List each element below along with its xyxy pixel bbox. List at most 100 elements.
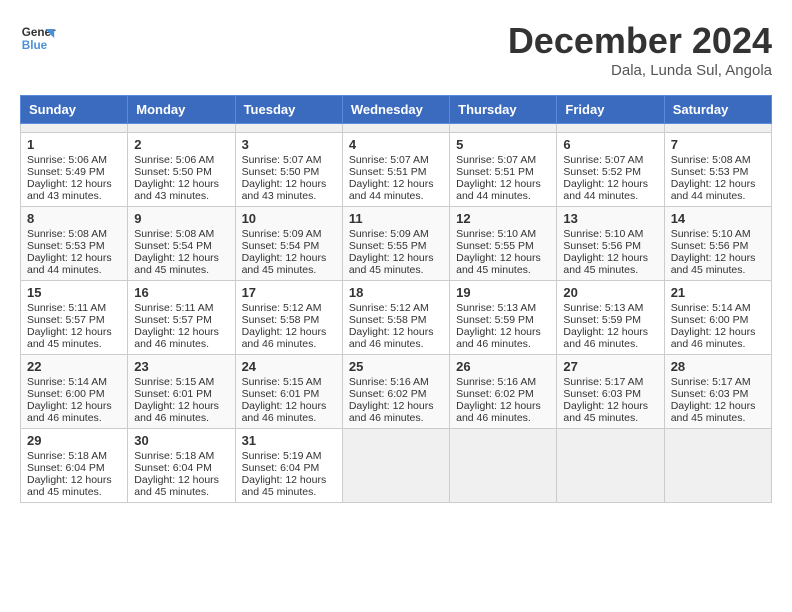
daylight-label: Daylight: 12 hours and 44 minutes. [671,178,756,202]
sunrise-label: Sunrise: 5:12 AM [349,302,429,314]
week-row-1: 1 Sunrise: 5:06 AM Sunset: 5:49 PM Dayli… [21,133,772,207]
svg-text:Blue: Blue [22,39,48,52]
day-number: 24 [242,359,336,374]
daylight-label: Daylight: 12 hours and 44 minutes. [27,252,112,276]
daylight-label: Daylight: 12 hours and 45 minutes. [27,474,112,498]
sunset-label: Sunset: 5:49 PM [27,166,105,178]
calendar-cell: 20 Sunrise: 5:13 AM Sunset: 5:59 PM Dayl… [557,281,664,355]
sunrise-label: Sunrise: 5:13 AM [563,302,643,314]
calendar-cell: 30 Sunrise: 5:18 AM Sunset: 6:04 PM Dayl… [128,429,235,503]
day-number: 18 [349,285,443,300]
daylight-label: Daylight: 12 hours and 45 minutes. [27,326,112,350]
sunset-label: Sunset: 6:04 PM [242,462,320,474]
day-number: 27 [563,359,657,374]
daylight-label: Daylight: 12 hours and 44 minutes. [456,178,541,202]
day-number: 26 [456,359,550,374]
header-row: SundayMondayTuesdayWednesdayThursdayFrid… [21,96,772,124]
calendar-cell [557,124,664,133]
daylight-label: Daylight: 12 hours and 43 minutes. [27,178,112,202]
day-number: 8 [27,211,121,226]
header-day-wednesday: Wednesday [342,96,449,124]
daylight-label: Daylight: 12 hours and 46 minutes. [134,400,219,424]
header-day-thursday: Thursday [450,96,557,124]
daylight-label: Daylight: 12 hours and 45 minutes. [563,252,648,276]
day-number: 9 [134,211,228,226]
daylight-label: Daylight: 12 hours and 46 minutes. [242,400,327,424]
calendar-body: 1 Sunrise: 5:06 AM Sunset: 5:49 PM Dayli… [21,124,772,503]
daylight-label: Daylight: 12 hours and 45 minutes. [134,474,219,498]
sunset-label: Sunset: 6:04 PM [27,462,105,474]
calendar-cell [450,429,557,503]
daylight-label: Daylight: 12 hours and 43 minutes. [242,178,327,202]
sunset-label: Sunset: 5:57 PM [27,314,105,326]
daylight-label: Daylight: 12 hours and 43 minutes. [134,178,219,202]
day-number: 5 [456,137,550,152]
sunrise-label: Sunrise: 5:09 AM [242,228,322,240]
daylight-label: Daylight: 12 hours and 45 minutes. [563,400,648,424]
sunrise-label: Sunrise: 5:19 AM [242,450,322,462]
header-day-tuesday: Tuesday [235,96,342,124]
day-number: 1 [27,137,121,152]
calendar-cell: 9 Sunrise: 5:08 AM Sunset: 5:54 PM Dayli… [128,207,235,281]
day-number: 17 [242,285,336,300]
calendar-cell: 8 Sunrise: 5:08 AM Sunset: 5:53 PM Dayli… [21,207,128,281]
day-number: 29 [27,433,121,448]
calendar-cell: 13 Sunrise: 5:10 AM Sunset: 5:56 PM Dayl… [557,207,664,281]
header-day-monday: Monday [128,96,235,124]
calendar-cell: 3 Sunrise: 5:07 AM Sunset: 5:50 PM Dayli… [235,133,342,207]
sunrise-label: Sunrise: 5:08 AM [134,228,214,240]
sunrise-label: Sunrise: 5:12 AM [242,302,322,314]
week-row-5: 29 Sunrise: 5:18 AM Sunset: 6:04 PM Dayl… [21,429,772,503]
day-number: 16 [134,285,228,300]
sunrise-label: Sunrise: 5:07 AM [456,154,536,166]
sunset-label: Sunset: 5:58 PM [349,314,427,326]
calendar-cell [664,429,771,503]
week-row-2: 8 Sunrise: 5:08 AM Sunset: 5:53 PM Dayli… [21,207,772,281]
header-day-friday: Friday [557,96,664,124]
daylight-label: Daylight: 12 hours and 46 minutes. [456,326,541,350]
daylight-label: Daylight: 12 hours and 44 minutes. [563,178,648,202]
calendar-cell: 14 Sunrise: 5:10 AM Sunset: 5:56 PM Dayl… [664,207,771,281]
sunrise-label: Sunrise: 5:11 AM [134,302,213,314]
day-number: 31 [242,433,336,448]
calendar-cell: 11 Sunrise: 5:09 AM Sunset: 5:55 PM Dayl… [342,207,449,281]
calendar-header: SundayMondayTuesdayWednesdayThursdayFrid… [21,96,772,124]
day-number: 12 [456,211,550,226]
calendar-cell: 2 Sunrise: 5:06 AM Sunset: 5:50 PM Dayli… [128,133,235,207]
sunset-label: Sunset: 6:03 PM [563,388,641,400]
day-number: 14 [671,211,765,226]
sunrise-label: Sunrise: 5:09 AM [349,228,429,240]
sunrise-label: Sunrise: 5:10 AM [563,228,643,240]
calendar-cell: 24 Sunrise: 5:15 AM Sunset: 6:01 PM Dayl… [235,355,342,429]
calendar-cell: 16 Sunrise: 5:11 AM Sunset: 5:57 PM Dayl… [128,281,235,355]
calendar-cell [342,429,449,503]
sunset-label: Sunset: 5:55 PM [456,240,534,252]
sunset-label: Sunset: 5:53 PM [27,240,105,252]
day-number: 3 [242,137,336,152]
calendar-cell: 6 Sunrise: 5:07 AM Sunset: 5:52 PM Dayli… [557,133,664,207]
calendar-table: SundayMondayTuesdayWednesdayThursdayFrid… [20,95,772,503]
calendar-cell: 22 Sunrise: 5:14 AM Sunset: 6:00 PM Dayl… [21,355,128,429]
sunset-label: Sunset: 6:00 PM [671,314,749,326]
sunrise-label: Sunrise: 5:07 AM [242,154,322,166]
sunset-label: Sunset: 6:02 PM [456,388,534,400]
daylight-label: Daylight: 12 hours and 46 minutes. [134,326,219,350]
day-number: 20 [563,285,657,300]
month-title: December 2024 [508,20,772,62]
daylight-label: Daylight: 12 hours and 46 minutes. [242,326,327,350]
calendar-cell: 17 Sunrise: 5:12 AM Sunset: 5:58 PM Dayl… [235,281,342,355]
sunrise-label: Sunrise: 5:06 AM [27,154,107,166]
sunrise-label: Sunrise: 5:10 AM [671,228,751,240]
calendar-cell: 1 Sunrise: 5:06 AM Sunset: 5:49 PM Dayli… [21,133,128,207]
day-number: 28 [671,359,765,374]
sunset-label: Sunset: 5:54 PM [134,240,212,252]
sunrise-label: Sunrise: 5:17 AM [563,376,643,388]
sunset-label: Sunset: 6:00 PM [27,388,105,400]
daylight-label: Daylight: 12 hours and 45 minutes. [242,474,327,498]
calendar-cell: 23 Sunrise: 5:15 AM Sunset: 6:01 PM Dayl… [128,355,235,429]
location: Dala, Lunda Sul, Angola [508,62,772,79]
sunrise-label: Sunrise: 5:18 AM [134,450,214,462]
daylight-label: Daylight: 12 hours and 46 minutes. [563,326,648,350]
sunset-label: Sunset: 5:59 PM [456,314,534,326]
daylight-label: Daylight: 12 hours and 44 minutes. [349,178,434,202]
